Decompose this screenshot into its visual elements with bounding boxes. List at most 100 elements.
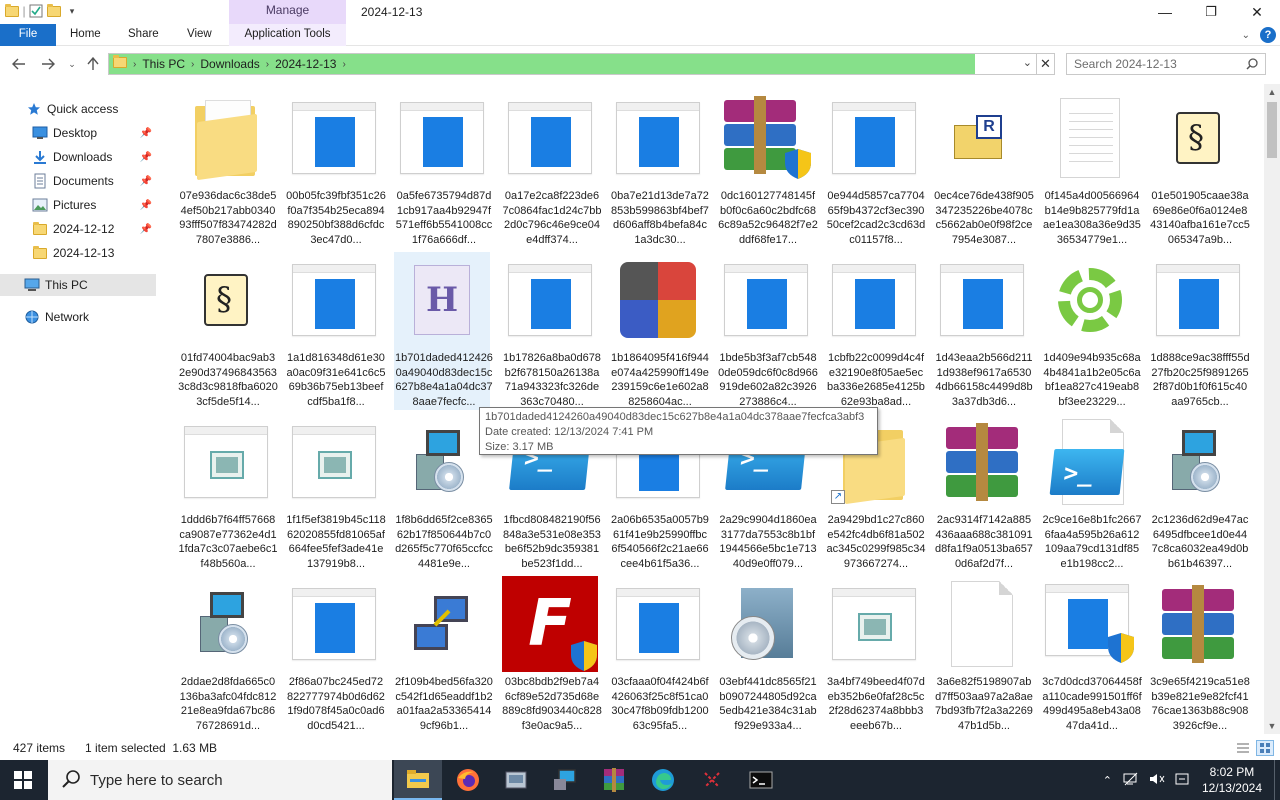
breadcrumb-this-pc[interactable]: This PC (142, 57, 185, 71)
tab-share[interactable]: Share (128, 24, 159, 46)
file-item[interactable]: 1a1d816348d61e30a0ac09f31e641c6c569b36b7… (286, 252, 386, 410)
file-item[interactable]: 2ac9314f7142a885436aaa688c381091d8fa1f9a… (934, 414, 1033, 572)
chevron-right-icon[interactable]: › (342, 59, 345, 70)
sidebar-item-documents[interactable]: Documents 📌 (0, 170, 156, 192)
scrollbar-thumb[interactable] (1267, 102, 1277, 158)
volume-icon[interactable] (1149, 772, 1165, 789)
vertical-scrollbar[interactable]: ▲ ▼ (1264, 84, 1280, 734)
back-button[interactable] (10, 55, 28, 73)
address-bar[interactable]: › This PC › Downloads › 2024-12-13 › ⌄ (108, 53, 1037, 75)
file-item[interactable]: 1ddd6b7f64ff57668ca9087e77362e4d11fda7c3… (178, 414, 278, 572)
file-item[interactable]: 1d43eaa2b566d2111d938ef9617a65304db66158… (934, 252, 1033, 410)
up-button[interactable] (84, 55, 102, 73)
file-item[interactable]: 00b05fc39fbf351c26f0a7f354b25eca89489025… (286, 90, 386, 248)
file-item[interactable]: 1b17826a8ba0d678b2f678150a26138a71a94332… (502, 252, 601, 410)
sidebar-item-this-pc[interactable]: This PC (0, 274, 156, 296)
sidebar-item-network[interactable]: Network (0, 306, 156, 328)
sidebar-item-desktop[interactable]: Desktop 📌 (0, 122, 156, 144)
minimize-button[interactable]: — (1142, 0, 1188, 24)
expand-ribbon-icon[interactable]: ⌄ (1242, 30, 1250, 41)
sidebar-item-downloads[interactable]: Downloads 📌 (0, 146, 156, 168)
taskbar-search-input[interactable] (90, 771, 370, 789)
file-item[interactable]: 01fd74004bac9ab32e90d374968435633c8d3c98… (178, 252, 278, 410)
file-name: 3c9e65f4219ca51e8b39e821e9e82fcf4176cae1… (1150, 676, 1250, 732)
file-item[interactable]: 01e501905caae38a69e86e0f6a0124e843140afb… (1150, 90, 1250, 248)
file-item[interactable]: 3a4bf749beed4f07deb352b6e0faf28c5c2f28d6… (826, 576, 925, 734)
sidebar-item-2024-12-13[interactable]: 2024-12-13 (0, 242, 156, 264)
file-item[interactable]: 1f8b6dd65f2ce836562b17f850644b7c0d265f5c… (394, 414, 493, 572)
file-item[interactable]: 2f109b4bed56fa320c542f1d65eaddf1b2a01faa… (394, 576, 493, 734)
search-input[interactable] (1067, 54, 1237, 74)
chevron-right-icon[interactable]: › (133, 59, 136, 70)
terminal-taskbar-icon[interactable] (737, 760, 785, 800)
chevron-up-icon[interactable]: ⌃ (1103, 774, 1112, 787)
file-item[interactable]: 3a6e82f5198907abd7ff503aa97a2a8ae7bd93fb… (934, 576, 1033, 734)
file-item[interactable]: 0a5fe6735794d87d1cb917aa4b92947f571eff6b… (394, 90, 492, 248)
file-item[interactable]: 03cfaaa0f04f424b6f426063f25c8f51ca030c47… (610, 576, 709, 734)
app-taskbar-icon[interactable] (492, 760, 540, 800)
file-item[interactable]: 0a17e2ca8f223de67c0864fac1d24c7bb2d0c796… (502, 90, 602, 248)
help-button[interactable]: ? (1260, 27, 1276, 43)
scroll-down-icon[interactable]: ▼ (1264, 718, 1280, 734)
setup-taskbar-icon[interactable] (541, 760, 589, 800)
file-item[interactable]: 0f145a4d00566964b14e9b825779fd1aae1ea308… (1042, 90, 1141, 248)
file-name: 1d409e94b935c68a4b4841a1b2e05c6abf1ea827… (1043, 352, 1141, 408)
forward-button[interactable] (39, 55, 57, 73)
breadcrumb-2024-12-13[interactable]: 2024-12-13 (275, 57, 336, 71)
address-dropdown-icon[interactable]: ⌄ (1023, 56, 1032, 69)
start-button[interactable] (0, 760, 46, 800)
file-item[interactable]: 1d409e94b935c68a4b4841a1b2e05c6abf1ea827… (1042, 252, 1141, 410)
close-button[interactable]: ✕ (1234, 0, 1280, 24)
network-status-icon[interactable] (1123, 772, 1139, 789)
file-item[interactable]: 0e944d5857ca770465f9b4372cf3ec39050cef2c… (826, 90, 925, 248)
file-item[interactable]: 1bde5b3f3af7cb5480de059dc6f0c8d966919de6… (718, 252, 818, 410)
tab-view[interactable]: View (187, 24, 212, 46)
file-item[interactable]: 3c9e65f4219ca51e8b39e821e9e82fcf4176cae1… (1150, 576, 1250, 734)
tab-home[interactable]: Home (70, 24, 101, 46)
tab-application-tools[interactable]: Application Tools (229, 24, 346, 46)
sidebar-item-quick-access[interactable]: Quick access (0, 98, 156, 120)
clock[interactable]: 8:02 PM 12/13/2024 (1202, 764, 1262, 796)
recent-locations-icon[interactable]: ⌄ (63, 55, 81, 73)
file-item[interactable]: 0dc160127748145fb0f0c6a60c2bdfc686c89a52… (718, 90, 818, 248)
file-item[interactable]: 1b1864095f416f944e074a425990ff149e239159… (610, 252, 709, 410)
file-explorer-taskbar-icon[interactable] (394, 760, 442, 800)
breadcrumb-downloads[interactable]: Downloads (200, 57, 259, 71)
sidebar-item-2024-12-12[interactable]: 2024-12-12 📌 (0, 218, 156, 240)
file-item[interactable]: R 0ec4ce76de438f905347235226be407​8cc5662… (934, 90, 1034, 248)
firefox-taskbar-icon[interactable] (444, 760, 492, 800)
file-item[interactable]: 0ba7e21d13de7a72853b599863bf4bef7d606aff… (610, 90, 709, 248)
scroll-up-icon[interactable]: ▲ (1264, 84, 1280, 100)
search-box[interactable] (1066, 53, 1266, 75)
file-item[interactable]: 2ddae2d8fda665c0136ba3afc04fdc81221e8ea9… (178, 576, 276, 734)
customize-toolbar-icon[interactable]: ▾ (64, 3, 80, 19)
file-item[interactable]: 07e936dac6c38de54ef50b217abb034093fff507… (178, 90, 277, 248)
file-item[interactable]: 1cbfb22c0099d4c4fe32190e8f05ae5ecba336e2… (826, 252, 925, 410)
show-desktop-button[interactable] (1274, 760, 1280, 800)
chevron-right-icon[interactable]: › (266, 59, 269, 70)
edge-taskbar-icon[interactable] (639, 760, 687, 800)
file-item[interactable]: 2c9ce16e8b1fc26676faa4a595b26a612109aa79… (1042, 414, 1142, 572)
file-item[interactable]: H 1b701daded4124260a49040d83dec15c627b8e4… (394, 252, 493, 410)
file-item[interactable]: 2c1236d62d9e47ac6495dfbcee1d0e447c8ca603… (1150, 414, 1248, 572)
winrar-taskbar-icon[interactable] (590, 760, 638, 800)
file-item[interactable]: F 03bc8bdb2f9eb7a46cf89e52d735d68e889c8fd… (502, 576, 602, 734)
file-item[interactable]: 1f1f5ef3819b45c11862020855fd81065af664fe… (286, 414, 386, 572)
properties-icon[interactable] (28, 3, 44, 19)
file-item[interactable]: 1d888ce9ac38fff55d27fb20c25f98912652f87d… (1150, 252, 1250, 410)
file-item[interactable]: 2f86a07bc245ed72822777974b0d6d621f9d078f… (286, 576, 385, 734)
sidebar-item-pictures[interactable]: Pictures 📌 (0, 194, 156, 216)
snipping-taskbar-icon[interactable] (688, 760, 736, 800)
maximize-button[interactable]: ❐ (1188, 0, 1234, 24)
file-item[interactable]: 03ebf441dc8565f21b0907244805d92ca5edb421… (718, 576, 817, 734)
ime-icon[interactable] (1175, 772, 1189, 789)
new-folder-icon[interactable] (46, 3, 62, 19)
file-item[interactable]: 3c7d0dcd37064458fa110cade991501ff6f499d4… (1042, 576, 1142, 734)
tab-file[interactable]: File (0, 24, 56, 46)
details-view-icon[interactable] (1234, 740, 1252, 756)
taskbar-search[interactable] (48, 760, 392, 800)
chevron-right-icon[interactable]: › (191, 59, 194, 70)
stop-loading-button[interactable]: ✕ (1037, 53, 1055, 75)
manage-contextual-tab[interactable]: Manage (229, 0, 346, 24)
large-icons-view-icon[interactable] (1256, 740, 1274, 756)
